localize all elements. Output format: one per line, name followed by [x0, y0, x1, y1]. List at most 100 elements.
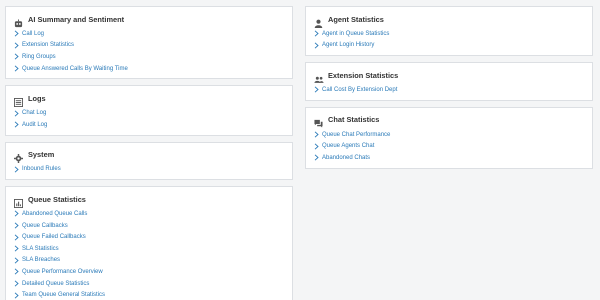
robot-icon	[14, 15, 23, 27]
chevron-right-icon	[14, 210, 19, 217]
reports-page: AI Summary and Sentiment Call Log Extensio…	[0, 0, 600, 300]
report-link-label: Queue Callbacks	[22, 222, 68, 229]
system-card: System Inbound Rules	[5, 141, 293, 181]
logs-links: Chat Log Audit Log	[14, 107, 292, 130]
report-link-label: Detailed Queue Statistics	[22, 280, 90, 287]
report-link-label: Chat Log	[22, 110, 47, 117]
agent-icon	[314, 15, 323, 28]
users-icon	[314, 71, 324, 83]
report-link[interactable]: Call Cost By Extension Dept	[314, 84, 592, 96]
chevron-right-icon	[14, 222, 19, 229]
report-link-label: Call Log	[22, 30, 45, 37]
chevron-right-icon	[14, 30, 19, 37]
report-link[interactable]: SLA Statistics	[14, 243, 292, 255]
report-link[interactable]: Queue Performance Overview	[14, 266, 292, 278]
report-link[interactable]: Team Queue General Statistics	[14, 289, 292, 300]
report-link[interactable]: Abandoned Chats	[314, 152, 592, 164]
report-link[interactable]: Chat Log	[14, 107, 292, 119]
logs-title: Logs	[28, 93, 46, 103]
queue-chart-icon	[14, 195, 23, 208]
chevron-right-icon	[14, 280, 19, 287]
chevron-right-icon	[14, 245, 19, 252]
chat-statistics-title: Chat Statistics	[328, 115, 380, 125]
chevron-right-icon	[14, 42, 19, 49]
report-link-label: Team Queue General Statistics	[22, 292, 106, 299]
extension-statistics-header: Extension Statistics	[314, 69, 592, 83]
chevron-right-icon	[14, 121, 19, 128]
system-header: System	[14, 149, 292, 164]
chevron-right-icon	[14, 110, 19, 117]
gear-icon	[14, 150, 23, 164]
queue-statistics-links: Abandoned Queue Calls Queue Callbacks Queu…	[14, 208, 292, 300]
report-link-label: Extension Statistics	[22, 42, 75, 49]
logs-card: Logs Chat Log Audit Log	[5, 85, 293, 136]
report-link[interactable]: Queue Failed Callbacks	[14, 231, 292, 243]
ai-summary-card: AI Summary and Sentiment Call Log Extensio…	[5, 6, 293, 80]
chevron-right-icon	[314, 86, 319, 94]
report-link[interactable]: SLA Breaches	[14, 255, 292, 267]
report-link-label: SLA Breaches	[22, 257, 61, 264]
agent-statistics-title: Agent Statistics	[328, 14, 384, 24]
system-links: Inbound Rules	[14, 164, 292, 176]
queue-statistics-title: Queue Statistics	[28, 194, 86, 204]
report-link[interactable]: Queue Callbacks	[14, 220, 292, 232]
ai-summary-title: AI Summary and Sentiment	[28, 14, 125, 24]
report-link[interactable]: Agent Login History	[314, 40, 592, 52]
report-link-label: Queue Performance Overview	[22, 268, 103, 275]
report-link-label: Audit Log	[22, 121, 48, 128]
chevron-right-icon	[14, 166, 19, 173]
agent-statistics-card: Agent Statistics Agent in Queue Statistic…	[305, 6, 593, 57]
report-link[interactable]: Queue Agents Chat	[314, 140, 592, 152]
right-column: Agent Statistics Agent in Queue Statistic…	[305, 6, 593, 175]
queue-statistics-header: Queue Statistics	[14, 193, 292, 208]
extension-statistics-title: Extension Statistics	[328, 70, 399, 80]
report-link[interactable]: Inbound Rules	[14, 164, 292, 176]
agent-statistics-header: Agent Statistics	[314, 13, 592, 28]
report-link[interactable]: Queue Chat Performance	[314, 129, 592, 141]
report-link-label: Abandoned Queue Calls	[22, 210, 88, 217]
chevron-right-icon	[314, 30, 319, 37]
report-link[interactable]: Abandoned Queue Calls	[14, 208, 292, 220]
report-link-label: SLA Statistics	[22, 245, 59, 252]
report-link-label: Queue Failed Callbacks	[22, 234, 86, 241]
queue-statistics-card: Queue Statistics Abandoned Queue Calls Que…	[5, 186, 293, 300]
report-link[interactable]: Queue Answered Calls By Waiting Time	[14, 63, 292, 75]
extension-statistics-card: Extension Statistics Call Cost By Extensi…	[305, 62, 593, 101]
report-link-label: Queue Answered Calls By Waiting Time	[22, 65, 128, 72]
report-link-label: Abandoned Chats	[322, 154, 371, 161]
report-link[interactable]: Detailed Queue Statistics	[14, 278, 292, 290]
chevron-right-icon	[314, 42, 319, 49]
chat-icon	[314, 115, 323, 128]
agent-statistics-links: Agent in Queue Statistics Agent Login His…	[314, 28, 592, 51]
chevron-right-icon	[314, 154, 319, 161]
log-list-icon	[14, 94, 23, 107]
chevron-right-icon	[14, 257, 19, 264]
report-link-label: Queue Chat Performance	[322, 131, 391, 138]
report-link[interactable]: Extension Statistics	[14, 40, 292, 52]
chevron-right-icon	[14, 53, 19, 61]
chat-statistics-links: Queue Chat Performance Queue Agents Chat A…	[314, 129, 592, 164]
report-link-label: Call Cost By Extension Dept	[322, 86, 398, 93]
chevron-right-icon	[14, 292, 19, 299]
report-link[interactable]: Audit Log	[14, 119, 292, 131]
report-link[interactable]: Ring Groups	[14, 51, 292, 63]
logs-header: Logs	[14, 92, 292, 107]
chat-statistics-header: Chat Statistics	[314, 114, 592, 128]
chevron-right-icon	[14, 234, 19, 241]
report-link[interactable]: Agent in Queue Statistics	[314, 28, 592, 40]
chevron-right-icon	[14, 65, 19, 72]
ai-summary-links: Call Log Extension Statistics Ring Groups Q…	[14, 28, 292, 74]
report-link-label: Queue Agents Chat	[322, 143, 375, 150]
report-link-label: Inbound Rules	[22, 166, 61, 173]
left-column: AI Summary and Sentiment Call Log Extensio…	[5, 6, 293, 300]
report-link-label: Agent Login History	[322, 42, 375, 49]
report-link-label: Ring Groups	[22, 53, 56, 60]
ai-summary-header: AI Summary and Sentiment	[14, 13, 292, 27]
report-link[interactable]: Call Log	[14, 28, 292, 40]
chevron-right-icon	[14, 268, 19, 275]
extension-statistics-links: Call Cost By Extension Dept	[314, 84, 592, 96]
chevron-right-icon	[314, 143, 319, 150]
chat-statistics-card: Chat Statistics Queue Chat Performance Que…	[305, 106, 593, 169]
chevron-right-icon	[314, 131, 319, 138]
report-link-label: Agent in Queue Statistics	[322, 30, 390, 37]
